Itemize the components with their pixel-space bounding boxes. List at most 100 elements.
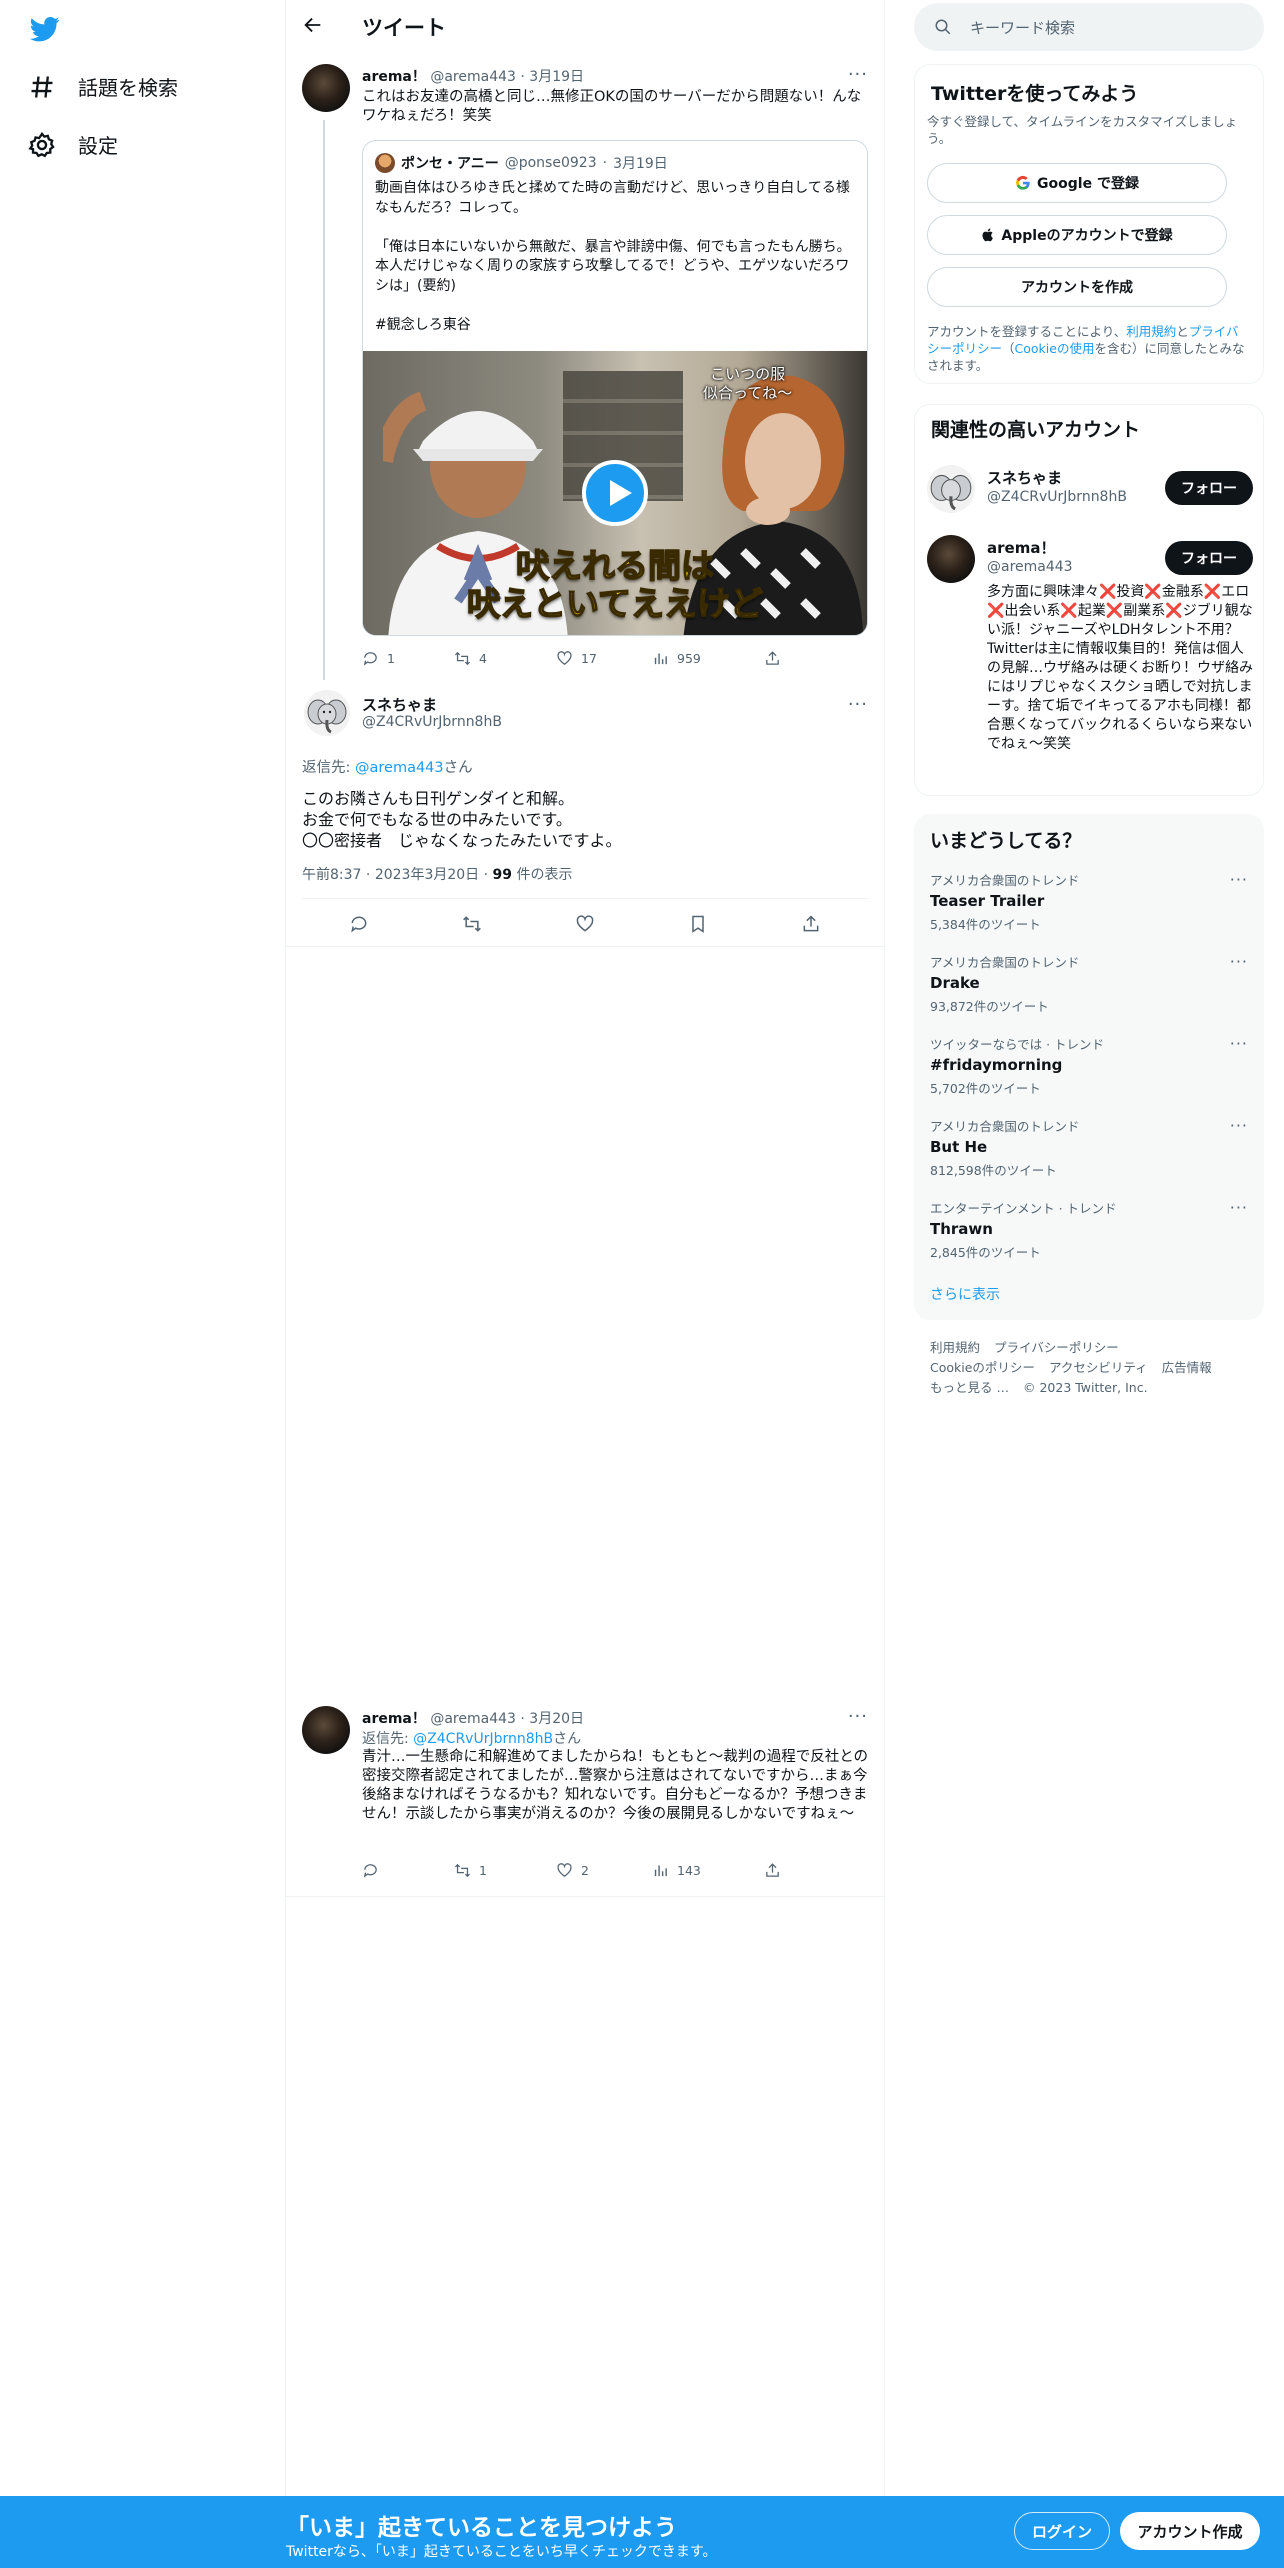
twitter-bird-icon[interactable] bbox=[28, 14, 62, 44]
trend-item[interactable]: アメリカ合衆国のトレンド Teaser Trailer 5,384件のツイート … bbox=[930, 870, 1248, 933]
account-handle[interactable]: @Z4CRvUrJbrnn8hB bbox=[987, 489, 1127, 505]
author-name[interactable]: arema！ bbox=[362, 69, 426, 85]
author-name[interactable]: arema！ bbox=[362, 1711, 426, 1727]
reply-to-link[interactable]: @Z4CRvUrJbrnn8hB bbox=[413, 1731, 553, 1747]
author-handle[interactable]: @arema443 bbox=[430, 69, 516, 85]
avatar[interactable] bbox=[927, 535, 975, 583]
like-button[interactable]: 17 bbox=[556, 650, 652, 667]
copyright: © 2023 Twitter, Inc. bbox=[1022, 1380, 1148, 1395]
follow-button[interactable]: フォロー bbox=[1165, 471, 1253, 505]
apple-signup-label: Appleのアカウントで登録 bbox=[1001, 228, 1173, 244]
cookie-link[interactable]: Cookieの使用 bbox=[1015, 341, 1095, 356]
heart-icon bbox=[557, 651, 572, 665]
more-options-icon[interactable]: ··· bbox=[848, 1706, 868, 1727]
footer-terms-link[interactable]: 利用規約 bbox=[930, 1340, 980, 1355]
reply-tweet[interactable]: arema！ @arema443 · 3月20日 ··· 返信先: @Z4CRv… bbox=[302, 1706, 868, 1888]
signup-title: Twitterを使ってみよう bbox=[931, 83, 1139, 105]
more-options-icon[interactable]: ··· bbox=[1230, 1198, 1248, 1217]
like-button[interactable]: 2 bbox=[556, 1862, 652, 1879]
more-options-icon[interactable]: ··· bbox=[1230, 952, 1248, 971]
footer-accessibility-link[interactable]: アクセシビリティ bbox=[1049, 1360, 1148, 1375]
tweet-header: arema！ @arema443 · 3月20日 bbox=[362, 1711, 585, 1727]
reply-button[interactable]: 1 bbox=[362, 650, 454, 667]
bookmark-button[interactable] bbox=[688, 914, 708, 938]
footer-more-link[interactable]: もっと見る … bbox=[930, 1380, 1009, 1395]
follow-button[interactable]: フォロー bbox=[1165, 541, 1253, 575]
tweet-date[interactable]: 3月19日 bbox=[529, 69, 584, 85]
trend-item[interactable]: アメリカ合衆国のトレンド But He 812,598件のツイート ··· bbox=[930, 1116, 1248, 1179]
trend-item[interactable]: エンターテインメント · トレンド Thrawn 2,845件のツイート ··· bbox=[930, 1198, 1248, 1261]
reply-to-link[interactable]: @arema443 bbox=[355, 760, 444, 776]
related-account[interactable]: スネちゃま @Z4CRvUrJbrnn8hB フォロー bbox=[927, 463, 1257, 523]
reply-count: 1 bbox=[387, 651, 395, 666]
footer-privacy-link[interactable]: プライバシーポリシー bbox=[994, 1340, 1119, 1355]
trend-count: 5,702件のツイート bbox=[930, 1081, 1041, 1096]
footer-cookie-link[interactable]: Cookieのポリシー bbox=[930, 1360, 1035, 1375]
tweet-header: arema！ @arema443 · 3月19日 bbox=[362, 69, 585, 85]
tweet-time[interactable]: 午前8:37 bbox=[302, 867, 361, 883]
terms-link[interactable]: 利用規約 bbox=[1126, 324, 1176, 339]
retweet-button[interactable] bbox=[462, 914, 482, 938]
related-account[interactable]: arema！ @arema443 フォロー 多方面に興味津々❌投資❌金融系❌エロ… bbox=[927, 533, 1257, 783]
share-button[interactable] bbox=[764, 650, 781, 667]
account-bio: 多方面に興味津々❌投資❌金融系❌エロ❌出会い系❌起業❌副業系❌ジブリ観ない派！ジ… bbox=[987, 584, 1253, 752]
account-handle[interactable]: @arema443 bbox=[987, 559, 1073, 575]
google-signup-button[interactable]: Google で登録 bbox=[927, 163, 1227, 203]
author-handle[interactable]: @Z4CRvUrJbrnn8hB bbox=[362, 714, 502, 730]
back-arrow-icon[interactable] bbox=[302, 14, 324, 40]
play-button[interactable] bbox=[582, 460, 648, 526]
trend-item[interactable]: ツイッターならでは · トレンド #fridaymorning 5,702件のツ… bbox=[930, 1034, 1248, 1097]
avatar[interactable] bbox=[304, 690, 350, 736]
reply-to-line: 返信先: @arema443さん bbox=[302, 756, 473, 777]
more-options-icon[interactable]: ··· bbox=[1230, 1116, 1248, 1135]
tweet-date[interactable]: 2023年3月20日 bbox=[375, 867, 479, 883]
avatar[interactable] bbox=[302, 1706, 350, 1754]
video-player[interactable]: こいつの服 似合ってね〜 吠えれる間は 吠えといてええけど bbox=[363, 351, 867, 635]
retweet-button[interactable]: 1 bbox=[454, 1862, 556, 1879]
footer-ads-link[interactable]: 広告情報 bbox=[1162, 1360, 1212, 1375]
related-accounts-card: 関連性の高いアカウント スネちゃま @Z4CRvUrJbrnn8hB フォロー … bbox=[914, 404, 1264, 796]
create-account-button[interactable]: アカウントを作成 bbox=[927, 267, 1227, 307]
retweet-count: 4 bbox=[479, 651, 487, 666]
trend-count: 93,872件のツイート bbox=[930, 999, 1049, 1014]
reply-button[interactable] bbox=[362, 1862, 454, 1879]
login-button[interactable]: ログイン bbox=[1014, 2512, 1110, 2550]
avatar[interactable] bbox=[927, 465, 975, 513]
search-bar[interactable]: キーワード検索 bbox=[914, 3, 1264, 51]
avatar[interactable] bbox=[302, 64, 350, 112]
nav-explore[interactable]: 話題を検索 bbox=[28, 72, 178, 101]
account-name[interactable]: スネちゃま bbox=[987, 467, 1062, 488]
reply-icon bbox=[363, 652, 377, 666]
like-button[interactable] bbox=[575, 914, 595, 938]
retweet-button[interactable]: 4 bbox=[454, 650, 556, 667]
show-more-link[interactable]: さらに表示 bbox=[930, 1284, 1000, 1304]
parent-tweet[interactable]: arema！ @arema443 · 3月19日 ··· これはお友達の高橋と同… bbox=[302, 64, 868, 676]
share-button[interactable] bbox=[801, 914, 821, 938]
share-button[interactable] bbox=[764, 1862, 781, 1879]
tweet-text: このお隣さんも日刊ゲンダイと和解。 お金で何でもなる世の中みたいです。 〇〇密接… bbox=[302, 789, 622, 850]
nav-explore-label: 話題を検索 bbox=[78, 76, 178, 100]
search-input[interactable]: キーワード検索 bbox=[970, 17, 1075, 38]
apple-signup-button[interactable]: Appleのアカウントで登録 bbox=[927, 215, 1227, 255]
more-options-icon[interactable]: ··· bbox=[848, 694, 868, 715]
author-name[interactable]: スネちゃま bbox=[362, 694, 437, 715]
views-button[interactable]: 143 bbox=[652, 1862, 764, 1879]
more-options-icon[interactable]: ··· bbox=[1230, 870, 1248, 889]
reply-button[interactable] bbox=[349, 914, 369, 938]
focused-tweet[interactable]: スネちゃま @Z4CRvUrJbrnn8hB ··· 返信先: @arema44… bbox=[302, 690, 868, 950]
more-options-icon[interactable]: ··· bbox=[848, 64, 868, 85]
elephant-avatar-icon bbox=[930, 474, 972, 511]
trend-title: But He bbox=[930, 1138, 988, 1156]
trend-item[interactable]: アメリカ合衆国のトレンド Drake 93,872件のツイート ··· bbox=[930, 952, 1248, 1015]
apple-icon bbox=[982, 228, 994, 242]
signup-button[interactable]: アカウント作成 bbox=[1120, 2512, 1260, 2550]
more-options-icon[interactable]: ··· bbox=[1230, 1034, 1248, 1053]
tweet-date[interactable]: 3月20日 bbox=[529, 1711, 584, 1727]
reply-icon bbox=[350, 916, 366, 933]
account-name[interactable]: arema！ bbox=[987, 537, 1055, 558]
quoted-tweet-text: 動画自体はひろゆき氏と揉めてた時の言動だけど、思いっきり自白してる様なもんだろ？… bbox=[375, 180, 851, 333]
quoted-tweet[interactable]: ポンセ・アニー @ponse0923 · 3月19日 動画自体はひろゆき氏と揉め… bbox=[362, 140, 868, 636]
nav-settings[interactable]: 設定 bbox=[28, 130, 118, 159]
author-handle[interactable]: @arema443 bbox=[430, 1711, 516, 1727]
views-button[interactable]: 959 bbox=[652, 650, 764, 667]
